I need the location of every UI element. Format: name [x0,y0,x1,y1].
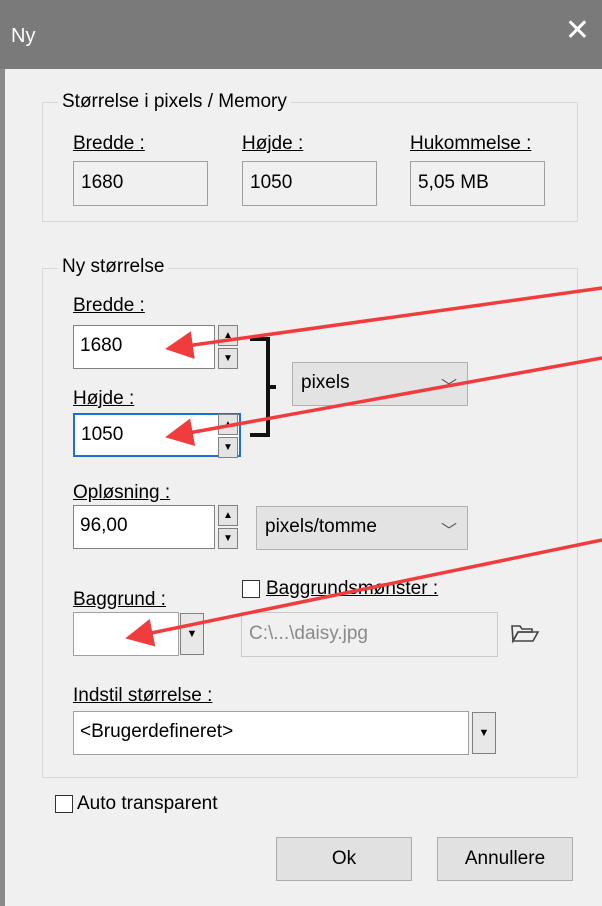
spin-up-icon[interactable]: ▲ [218,505,238,526]
background-color-swatch[interactable] [73,612,179,656]
memory-field: 5,05 MB [410,161,545,206]
new-size-legend: Ny størrelse [58,256,169,278]
unit-dropdown[interactable]: pixels ﹀ [292,362,468,406]
spin-down-icon[interactable]: ▼ [218,528,238,549]
new-height-spinner[interactable]: ▲ ▼ [218,414,238,458]
pattern-checkbox[interactable] [242,580,260,598]
new-width-spinner[interactable]: ▲ ▼ [218,325,238,369]
background-color-dropdown[interactable]: ▼ [180,613,204,655]
spin-up-icon[interactable]: ▲ [218,414,238,435]
memory-label: Hukommelse : [410,133,532,154]
background-label: Baggrund : [73,589,166,610]
folder-open-icon[interactable] [510,620,540,644]
pattern-path-field: C:\...\daisy.jpg [241,612,498,657]
current-width-label: Bredde : [73,133,145,154]
new-height-input[interactable]: 1050 [73,413,241,457]
close-icon[interactable]: ✕ [565,16,590,46]
resolution-input[interactable]: 96,00 [73,505,215,549]
resolution-spinner[interactable]: ▲ ▼ [218,505,238,549]
spin-down-icon[interactable]: ▼ [218,348,238,369]
pattern-label: Baggrundsmønster : [266,578,439,599]
current-height-field: 1050 [242,161,377,206]
current-height-label: Højde : [242,133,304,154]
new-height-label: Højde : [73,388,135,409]
resolution-label: Opløsning : [73,482,171,503]
spin-up-icon[interactable]: ▲ [218,325,238,346]
title-bar: Ny ✕ [0,0,602,69]
current-width-field: 1680 [73,161,208,206]
chevron-down-icon: ﹀ [440,379,457,396]
cancel-button[interactable]: Annullere [437,837,573,881]
auto-transparent-label: Auto transparent [77,793,218,814]
auto-transparent-checkbox[interactable] [55,795,73,813]
spin-down-icon[interactable]: ▼ [218,437,238,458]
unit-selected: pixels [301,372,350,393]
aspect-link-bracket[interactable] [248,335,278,439]
resolution-unit-selected: pixels/tomme [265,516,377,537]
chevron-down-icon: ﹀ [440,523,457,540]
preset-dropdown-button[interactable]: ▼ [472,712,496,754]
preset-dropdown[interactable]: <Brugerdefineret> [73,711,469,755]
new-width-label: Bredde : [73,295,145,316]
resolution-unit-dropdown[interactable]: pixels/tomme ﹀ [256,506,468,550]
current-size-legend: Størrelse i pixels / Memory [58,91,291,113]
new-width-input[interactable]: 1680 [73,325,215,369]
ok-button[interactable]: Ok [276,837,412,881]
window-title: Ny [11,25,36,47]
preset-label: Indstil størrelse : [73,685,213,706]
